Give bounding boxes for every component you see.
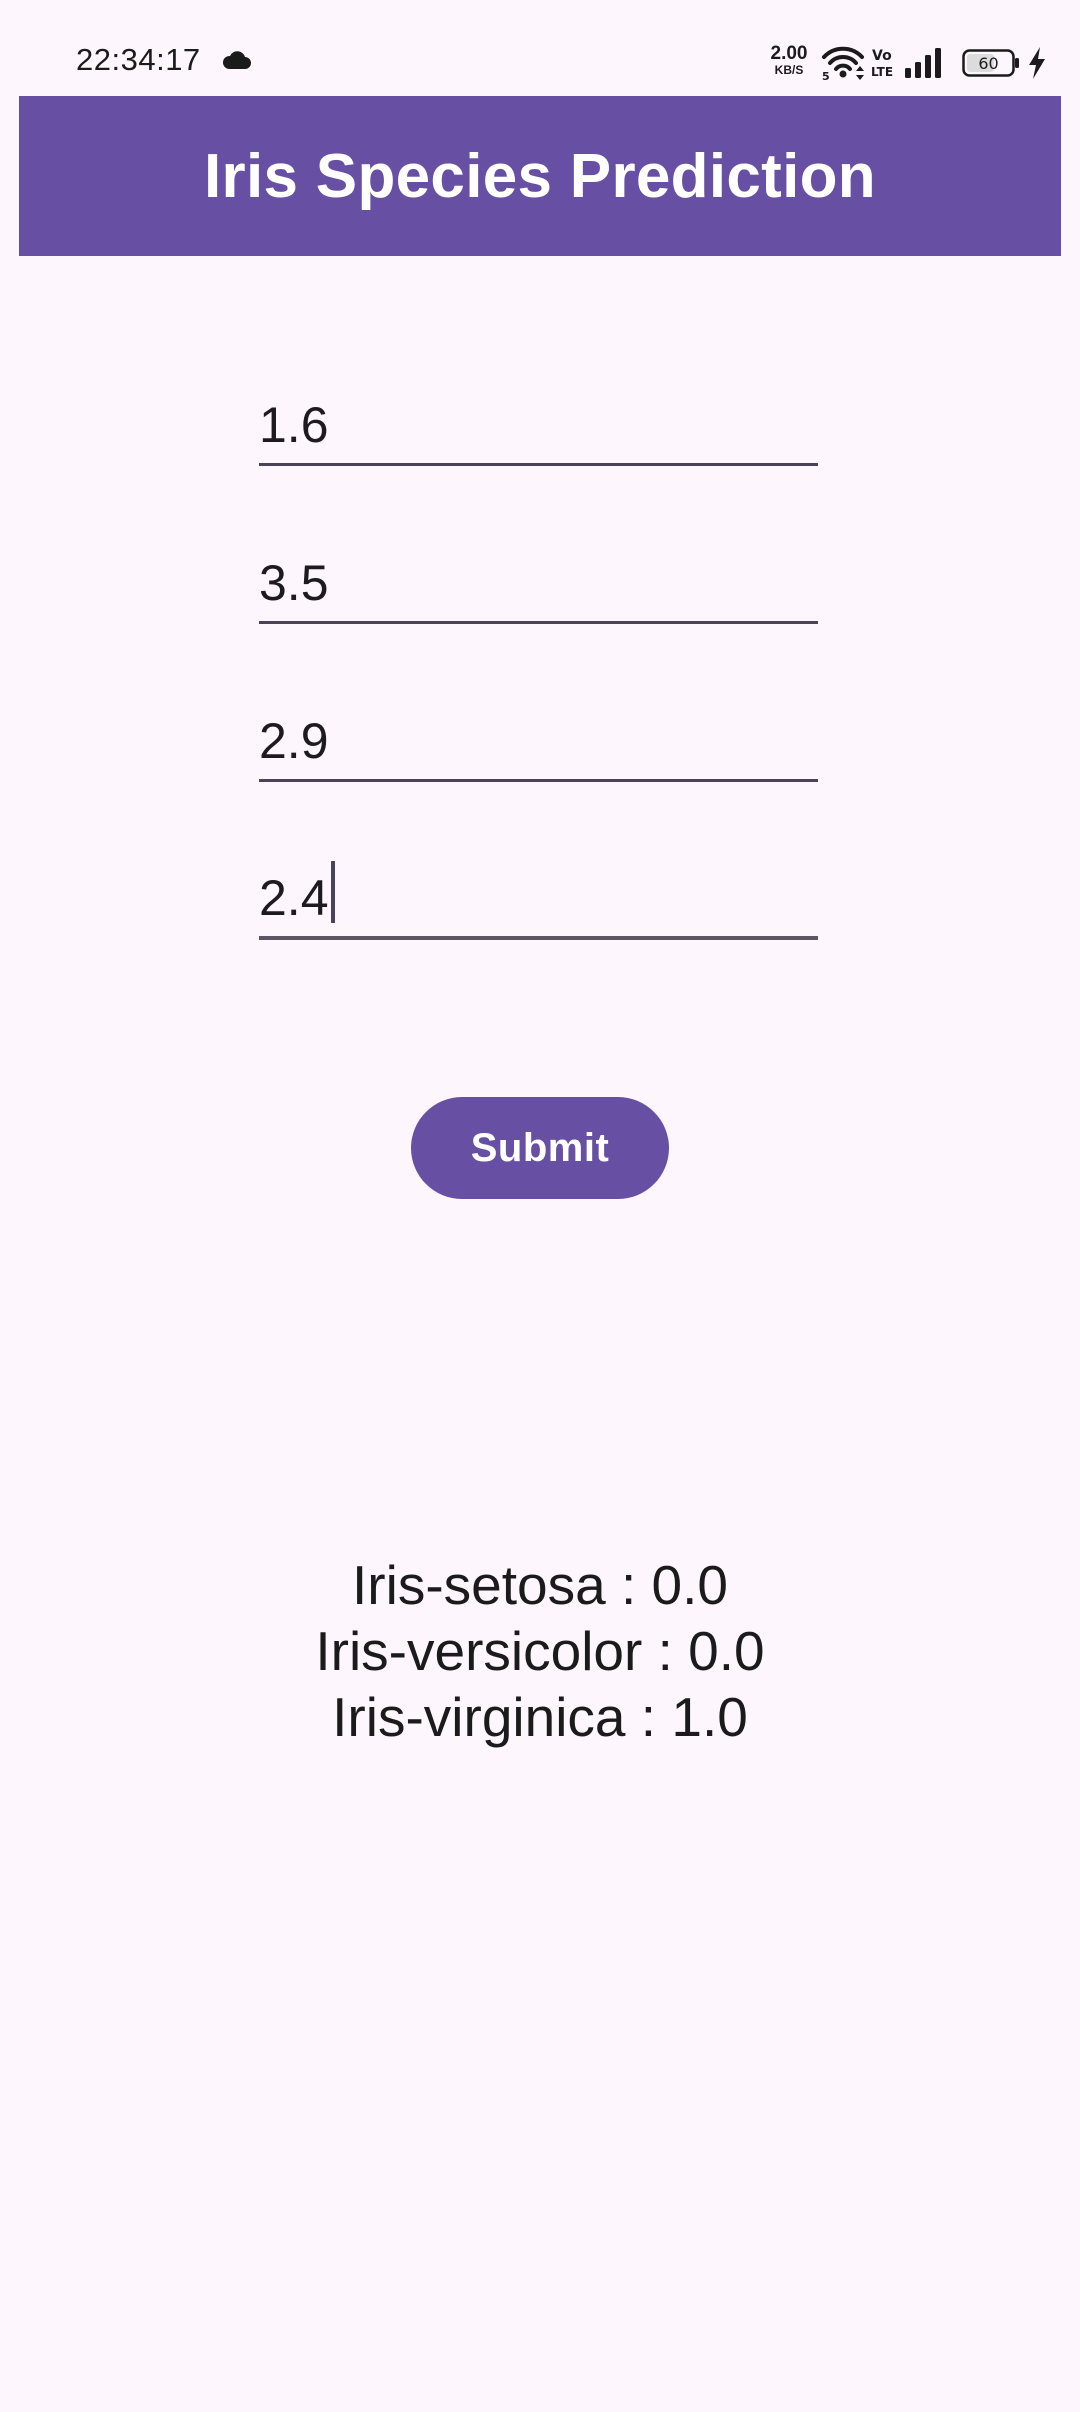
status-bar: 22:34:17 2.00 KB/S 5 Vo LTE 60 (0, 0, 1080, 96)
network-speed-unit: KB/S (774, 63, 804, 77)
volte-label-bottom: LTE (871, 65, 893, 79)
wifi-icon: 5 (822, 46, 864, 82)
input-field-2[interactable]: 3.5 (259, 544, 818, 624)
app-title: Iris Species Prediction (204, 141, 876, 211)
status-time: 22:34:17 (76, 42, 201, 77)
input-field-4[interactable]: 2.4 (259, 860, 818, 940)
battery-level: 60 (978, 54, 998, 73)
input-field-2-value: 3.5 (259, 555, 329, 611)
network-speed: 2.00 KB/S (764, 44, 814, 76)
volte-icon: Vo LTE (871, 48, 893, 79)
result-setosa: Iris-setosa : 0.0 (352, 1554, 728, 1616)
input-field-4-content: 2.4 (259, 861, 335, 928)
wifi-band-label: 5 (822, 70, 830, 82)
status-icons: 2.00 KB/S 5 Vo LTE 60 (750, 40, 1080, 84)
result-versicolor: Iris-versicolor : 0.0 (315, 1620, 765, 1682)
input-field-3[interactable]: 2.9 (259, 702, 818, 782)
app-bar: Iris Species Prediction (19, 96, 1061, 256)
network-speed-value: 2.00 (770, 43, 808, 64)
signal-icon (905, 48, 941, 78)
charging-bolt-icon (1029, 47, 1045, 79)
input-field-1-value: 1.6 (259, 397, 329, 453)
result-virginica: Iris-virginica : 1.0 (332, 1686, 748, 1748)
battery-icon: 60 (962, 49, 1019, 77)
text-cursor (330, 861, 335, 923)
cloud-icon (222, 51, 251, 69)
input-field-4-value: 2.4 (259, 870, 329, 926)
submit-button[interactable]: Submit (411, 1097, 669, 1199)
volte-label-top: Vo (872, 48, 892, 64)
input-field-3-value: 2.9 (259, 713, 329, 769)
prediction-results: Iris-setosa : 0.0 Iris-versicolor : 0.0 … (0, 1552, 1080, 1750)
input-field-1[interactable]: 1.6 (259, 386, 818, 466)
